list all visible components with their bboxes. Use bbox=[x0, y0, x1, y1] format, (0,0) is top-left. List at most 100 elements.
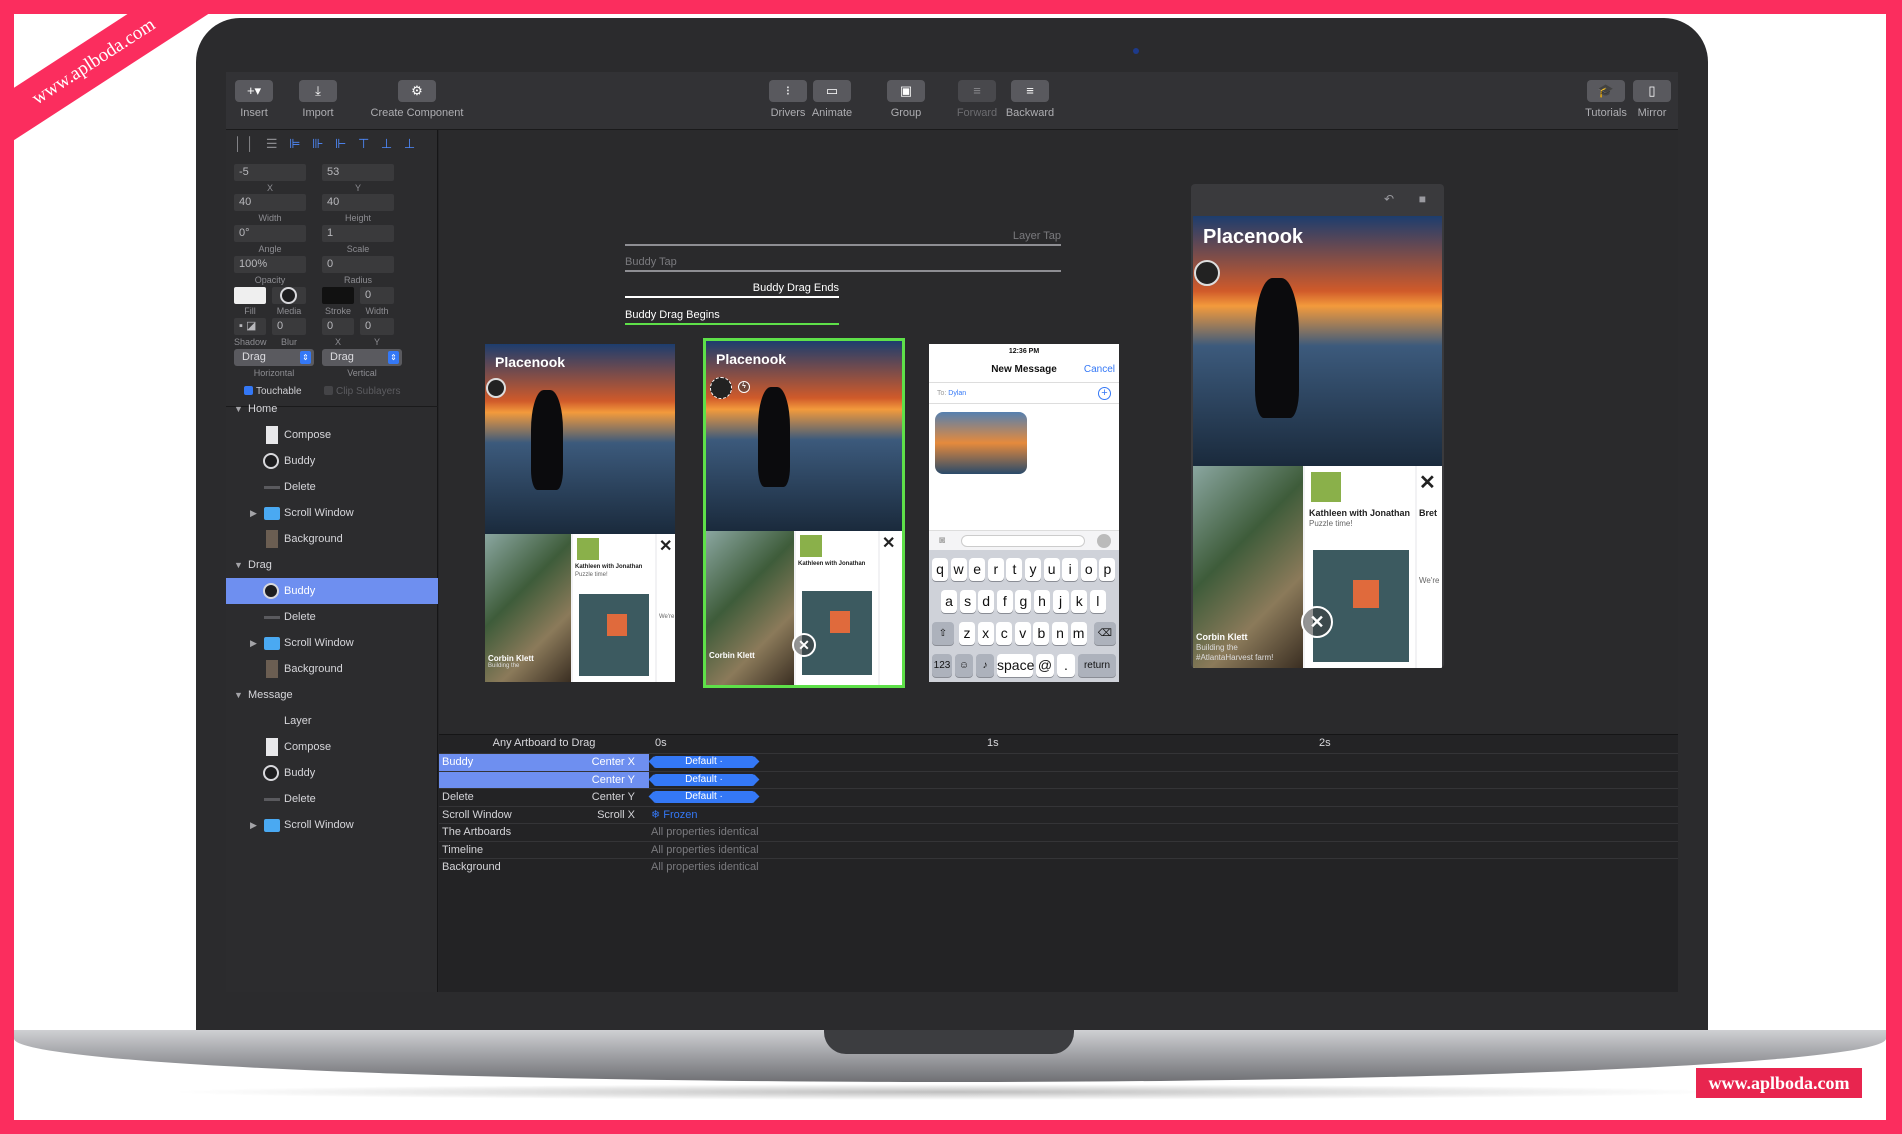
cancel-button[interactable]: Cancel bbox=[1084, 364, 1115, 375]
dictation-key[interactable]: ♪ bbox=[976, 654, 994, 677]
vertical-drag-select[interactable]: Drag ⇕ bbox=[322, 349, 402, 366]
timeline-row[interactable]: Center Y Default · bbox=[439, 770, 1678, 789]
key-t[interactable]: t bbox=[1006, 558, 1023, 581]
key-s[interactable]: s bbox=[959, 590, 976, 613]
mirror-button[interactable]: ▯ Mirror bbox=[1632, 80, 1672, 119]
key-x[interactable]: x bbox=[977, 622, 994, 645]
key-z[interactable]: z bbox=[959, 622, 975, 645]
canvas[interactable]: Layer Tap Buddy Tap Buddy Drag Ends Budd… bbox=[439, 130, 1678, 734]
layer-group-drag[interactable]: ▼ Drag bbox=[226, 552, 438, 578]
height-field[interactable]: 40 bbox=[322, 194, 394, 211]
connection-layer-tap[interactable]: Layer Tap bbox=[625, 230, 1061, 246]
layer-item-compose[interactable]: Compose bbox=[226, 734, 438, 760]
y-field[interactable]: 53 bbox=[322, 164, 394, 181]
video-camera-icon[interactable]: ■ bbox=[1419, 192, 1426, 206]
layer-item-layer[interactable]: Layer bbox=[226, 708, 438, 734]
camera-icon[interactable]: ◙ bbox=[939, 535, 945, 546]
x-field[interactable]: -5 bbox=[234, 164, 306, 181]
fill-swatch[interactable] bbox=[234, 287, 266, 304]
buddy-avatar[interactable] bbox=[1194, 260, 1220, 286]
layer-item-buddy-selected[interactable]: Buddy bbox=[226, 578, 438, 604]
group-button[interactable]: ▣ Group bbox=[886, 80, 926, 119]
stroke-width-field[interactable]: 0 bbox=[360, 287, 394, 304]
insert-button[interactable]: +▾ Insert bbox=[234, 80, 274, 119]
blur-field[interactable]: 0 bbox=[272, 318, 306, 335]
layer-item-scroll-window[interactable]: ▶ Scroll Window bbox=[226, 812, 438, 838]
key-n[interactable]: n bbox=[1052, 622, 1068, 645]
microphone-icon[interactable] bbox=[1097, 534, 1111, 548]
shift-key[interactable]: ⇧ bbox=[932, 622, 954, 645]
key-u[interactable]: u bbox=[1043, 558, 1060, 581]
shadow-y-field[interactable]: 0 bbox=[360, 318, 394, 335]
key-j[interactable]: j bbox=[1052, 590, 1069, 613]
buddy-avatar-selected[interactable] bbox=[710, 377, 732, 399]
key-g[interactable]: g bbox=[1015, 590, 1032, 613]
backward-button[interactable]: ≡ Backward bbox=[1004, 80, 1056, 119]
layer-group-home[interactable]: ▼ Home bbox=[226, 396, 438, 422]
tutorials-button[interactable]: 🎓 Tutorials bbox=[1584, 80, 1628, 119]
emoji-key[interactable]: ☺ bbox=[955, 654, 973, 677]
delete-x-icon[interactable]: ✕ bbox=[792, 633, 816, 657]
buddy-avatar[interactable] bbox=[486, 378, 506, 398]
dot-key[interactable]: . bbox=[1057, 654, 1075, 677]
layer-item-buddy[interactable]: Buddy bbox=[226, 448, 438, 474]
artboard-home[interactable]: Placenook Corbin Klett Building the Kath… bbox=[485, 344, 675, 682]
undo-icon[interactable]: ↶ bbox=[1384, 192, 1394, 206]
key-f[interactable]: f bbox=[996, 590, 1013, 613]
layer-item-delete[interactable]: Delete bbox=[226, 786, 438, 812]
key-w[interactable]: w bbox=[950, 558, 967, 581]
create-component-button[interactable]: ⚙ Create Component bbox=[362, 80, 472, 119]
width-field[interactable]: 40 bbox=[234, 194, 306, 211]
import-button[interactable]: ⤓ Import bbox=[296, 80, 340, 119]
shadow-x-field[interactable]: 0 bbox=[322, 318, 354, 335]
key-o[interactable]: o bbox=[1080, 558, 1097, 581]
timeline-row[interactable]: The Artboards All properties identical bbox=[439, 823, 1678, 840]
key-i[interactable]: i bbox=[1062, 558, 1079, 581]
stroke-swatch[interactable] bbox=[322, 287, 354, 304]
connection-buddy-drag-begins[interactable]: Buddy Drag Begins bbox=[625, 309, 839, 325]
key-q[interactable]: q bbox=[932, 558, 948, 581]
opacity-field[interactable]: 100% bbox=[234, 256, 306, 273]
return-key[interactable]: return bbox=[1078, 654, 1116, 677]
layer-item-scroll-window[interactable]: ▶ Scroll Window bbox=[226, 630, 438, 656]
animation-curve-pill[interactable]: Default · bbox=[653, 756, 755, 768]
layer-item-delete[interactable]: Delete bbox=[226, 604, 438, 630]
key-l[interactable]: l bbox=[1089, 590, 1106, 613]
animate-button[interactable]: ▭ Animate bbox=[810, 80, 854, 119]
key-v[interactable]: v bbox=[1014, 622, 1031, 645]
timeline-row[interactable]: Background All properties identical bbox=[439, 858, 1678, 875]
layer-item-compose[interactable]: Compose bbox=[226, 422, 438, 448]
timeline-row[interactable]: Scroll Window Scroll X ❄ Frozen bbox=[439, 805, 1678, 823]
artboard-drag-selected[interactable]: Placenook ϟ Corbin Klett Kathleen with J… bbox=[703, 338, 905, 688]
key-p[interactable]: p bbox=[1099, 558, 1116, 581]
angle-field[interactable]: 0° bbox=[234, 225, 306, 242]
delete-x-icon[interactable]: ✕ bbox=[1301, 606, 1333, 638]
key-d[interactable]: d bbox=[978, 590, 995, 613]
timeline-row[interactable]: Timeline All properties identical bbox=[439, 840, 1678, 858]
artboard-message[interactable]: 12:36 PM New Message Cancel To: Dylan + ◙… bbox=[929, 344, 1119, 682]
timeline-row[interactable]: Buddy Center X Default · bbox=[439, 753, 1678, 771]
drivers-button[interactable]: ⁝ Drivers bbox=[768, 80, 808, 119]
key-r[interactable]: r bbox=[987, 558, 1004, 581]
key-a[interactable]: a bbox=[941, 590, 957, 613]
connection-buddy-drag-ends[interactable]: Buddy Drag Ends bbox=[625, 282, 839, 298]
numbers-key[interactable]: 123 bbox=[932, 654, 952, 677]
add-contact-icon[interactable]: + bbox=[1098, 387, 1111, 400]
input-bar[interactable]: ◙ bbox=[929, 530, 1119, 550]
layer-item-delete[interactable]: Delete bbox=[226, 474, 438, 500]
alignment-tools[interactable]: ││ ☰ ⊫ ⊪ ⊩ ⊤ ⊥ ⊥ bbox=[234, 136, 419, 152]
shadow-toggle[interactable]: ▪ ◪ bbox=[234, 318, 266, 335]
key-m[interactable]: m bbox=[1070, 622, 1087, 645]
layer-item-background[interactable]: Background bbox=[226, 526, 438, 552]
space-key[interactable]: space bbox=[997, 654, 1034, 677]
layer-item-background[interactable]: Background bbox=[226, 656, 438, 682]
horizontal-drag-select[interactable]: Drag ⇕ bbox=[234, 349, 314, 366]
radius-field[interactable]: 0 bbox=[322, 256, 394, 273]
animation-curve-pill[interactable]: Default · bbox=[653, 791, 755, 803]
key-c[interactable]: c bbox=[996, 622, 1013, 645]
scale-field[interactable]: 1 bbox=[322, 225, 394, 242]
key-e[interactable]: e bbox=[969, 558, 986, 581]
forward-button[interactable]: ≡ Forward bbox=[954, 80, 1000, 119]
layer-group-message[interactable]: ▼ Message bbox=[226, 682, 438, 708]
connection-buddy-tap[interactable]: Buddy Tap bbox=[625, 256, 1061, 272]
